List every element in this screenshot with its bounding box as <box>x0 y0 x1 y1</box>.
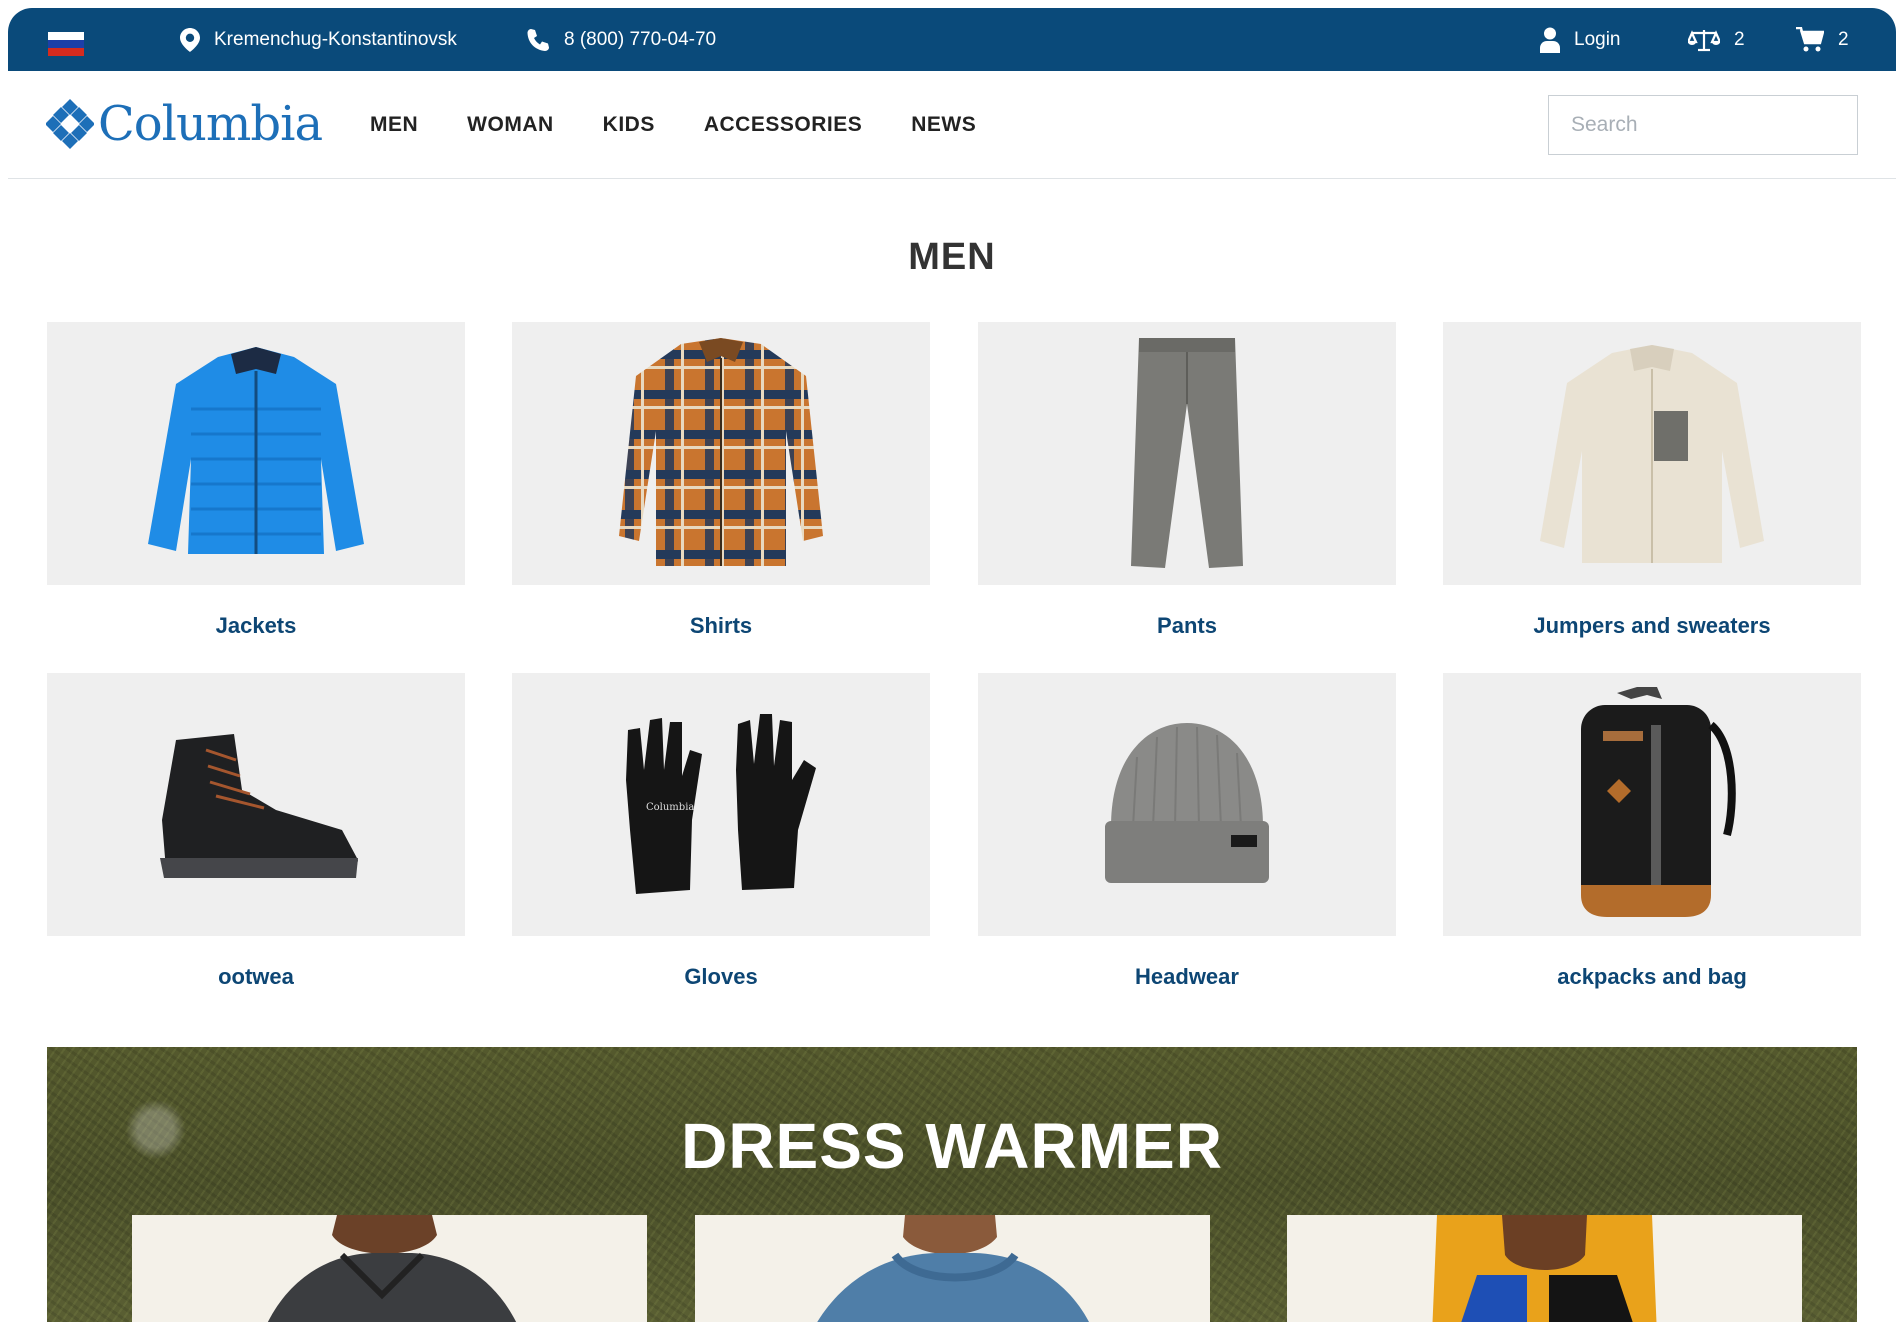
sweater-image <box>1540 345 1764 563</box>
nav-men[interactable]: MEN <box>370 113 418 137</box>
page-title: MEN <box>908 236 996 278</box>
nav-woman[interactable]: WOMAN <box>467 113 553 137</box>
category-card-backpacks[interactable]: ackpacks and bag <box>1443 673 1861 990</box>
category-label[interactable]: ackpacks and bag <box>1443 964 1861 990</box>
nav-accessories[interactable]: ACCESSORIES <box>704 113 862 137</box>
search-input[interactable] <box>1571 113 1842 137</box>
promo-title: DRESS WARMER <box>681 1110 1223 1182</box>
category-card-shirts[interactable]: Shirts <box>512 322 930 639</box>
cart-count: 2 <box>1838 28 1849 50</box>
category-label[interactable]: ootwea <box>47 964 465 990</box>
compare-link[interactable]: 2 <box>1688 8 1745 71</box>
category-card-headwear[interactable]: Headwear <box>978 673 1396 990</box>
boot-image <box>160 733 358 878</box>
cart-icon <box>1796 26 1824 51</box>
category-image[interactable] <box>47 673 465 936</box>
model-colorblock-jacket-image <box>1432 1215 1657 1322</box>
location-selector[interactable]: Kremenchug-Konstantinovsk <box>180 8 457 71</box>
category-image[interactable] <box>1443 322 1861 585</box>
beanie-image <box>1105 723 1269 883</box>
phone-link[interactable]: 8 (800) 770-04-70 <box>526 8 716 71</box>
svg-text:Columbia: Columbia <box>646 802 694 813</box>
phone-number: 8 (800) 770-04-70 <box>564 28 717 50</box>
promo-product-card[interactable] <box>695 1215 1210 1322</box>
map-pin-icon <box>180 27 200 52</box>
search-box <box>1548 95 1858 155</box>
nav-kids[interactable]: KIDS <box>603 113 655 137</box>
login-link[interactable]: Login <box>1540 8 1621 71</box>
category-image[interactable] <box>512 322 930 585</box>
category-card-jackets[interactable]: Jackets <box>47 322 465 639</box>
category-label[interactable]: Pants <box>978 613 1396 639</box>
gloves-image: Columbia <box>626 713 816 894</box>
category-image[interactable]: Columbia <box>512 673 930 936</box>
category-card-sweaters[interactable]: Jumpers and sweaters <box>1443 322 1861 639</box>
category-image[interactable] <box>978 322 1396 585</box>
main-header: Columbia MEN WOMAN KIDS ACCESSORIES NEWS <box>8 71 1896 179</box>
nav-news[interactable]: NEWS <box>911 113 976 137</box>
user-icon <box>1540 27 1560 53</box>
logo-text: Columbia <box>98 96 323 152</box>
scales-icon <box>1688 29 1720 51</box>
category-label[interactable]: Shirts <box>512 613 930 639</box>
promo-product-card[interactable] <box>1287 1215 1802 1322</box>
category-label[interactable]: Jumpers and sweaters <box>1443 613 1861 639</box>
category-card-footwear[interactable]: ootwea <box>47 673 465 990</box>
category-image[interactable] <box>47 322 465 585</box>
cart-link[interactable]: 2 <box>1796 8 1849 71</box>
compare-count: 2 <box>1734 28 1745 50</box>
phone-icon <box>527 28 549 51</box>
backpack-image <box>1581 686 1736 917</box>
location-text: Kremenchug-Konstantinovsk <box>214 28 457 50</box>
model-jacket-image <box>267 1215 517 1322</box>
category-image[interactable] <box>1443 673 1861 936</box>
category-label[interactable]: Jackets <box>47 613 465 639</box>
category-card-gloves[interactable]: Columbia Gloves <box>512 673 930 990</box>
category-label[interactable]: Gloves <box>512 964 930 990</box>
jacket-image <box>148 346 364 554</box>
pants-image <box>1131 337 1243 568</box>
promo-banner[interactable]: DRESS WARMER <box>47 1047 1857 1322</box>
main-navigation: MEN WOMAN KIDS ACCESSORIES NEWS <box>370 71 976 179</box>
columbia-diamond-icon <box>46 99 94 149</box>
shirt-image <box>619 337 823 566</box>
promo-product-card[interactable] <box>132 1215 647 1322</box>
brand-logo[interactable]: Columbia <box>46 96 323 152</box>
category-label[interactable]: Headwear <box>978 964 1396 990</box>
login-label: Login <box>1574 28 1621 50</box>
model-hoodie-image <box>817 1215 1089 1322</box>
russian-flag-icon[interactable] <box>48 32 84 56</box>
top-utility-bar: Kremenchug-Konstantinovsk 8 (800) 770-04… <box>8 8 1896 71</box>
category-card-pants[interactable]: Pants <box>978 322 1396 639</box>
category-image[interactable] <box>978 673 1396 936</box>
